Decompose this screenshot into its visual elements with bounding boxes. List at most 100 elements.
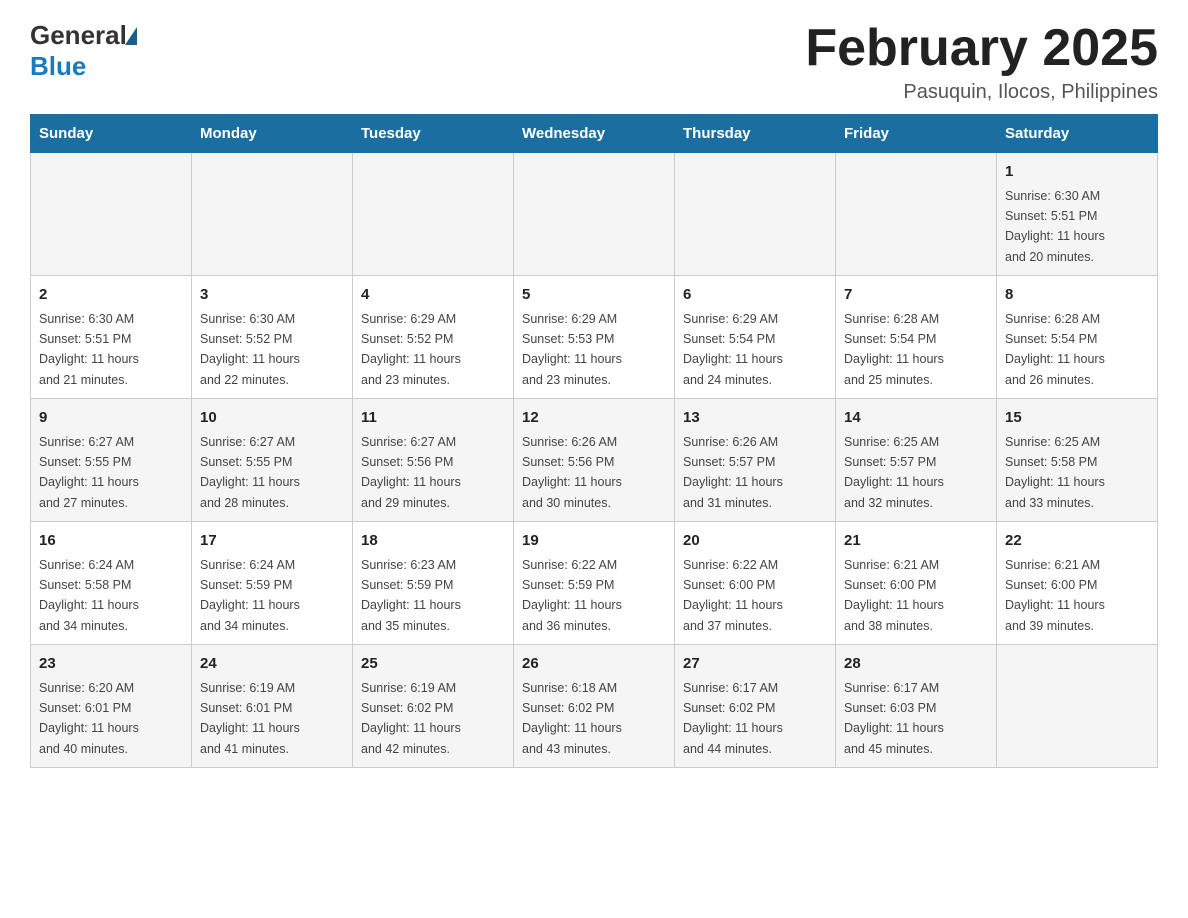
page-header: General Blue February 2025 Pasuquin, Ilo… — [30, 20, 1158, 104]
day-info: Sunrise: 6:19 AM Sunset: 6:01 PM Dayligh… — [200, 681, 300, 756]
day-number: 20 — [683, 530, 827, 553]
calendar-week-5: 23 Sunrise: 6:20 AM Sunset: 6:01 PM Dayli… — [31, 645, 1158, 768]
day-info: Sunrise: 6:30 AM Sunset: 5:51 PM Dayligh… — [1005, 189, 1105, 264]
calendar-week-1: 1 Sunrise: 6:30 AM Sunset: 5:51 PM Daylig… — [31, 153, 1158, 276]
table-row: 26Sunrise: 6:18 AM Sunset: 6:02 PM Dayli… — [514, 645, 675, 768]
day-number: 22 — [1005, 530, 1149, 553]
table-row: 10 Sunrise: 6:27 AM Sunset: 5:55 PM Dayli… — [192, 399, 353, 522]
day-number: 18 — [361, 530, 505, 553]
day-info: Sunrise: 6:25 AM Sunset: 5:57 PM Dayligh… — [844, 435, 944, 510]
day-number: 15 — [1005, 407, 1149, 430]
day-number: 6 — [683, 284, 827, 307]
table-row: 20 Sunrise: 6:22 AM Sunset: 6:00 PM Dayli… — [675, 522, 836, 645]
day-info: Sunrise: 6:27 AM Sunset: 5:55 PM Dayligh… — [200, 435, 300, 510]
table-row: 24 Sunrise: 6:19 AM Sunset: 6:01 PM Dayli… — [192, 645, 353, 768]
day-info: Sunrise: 6:21 AM Sunset: 6:00 PM Dayligh… — [844, 558, 944, 633]
day-info: Sunrise: 6:27 AM Sunset: 5:56 PM Dayligh… — [361, 435, 461, 510]
header-wednesday: Wednesday — [514, 115, 675, 153]
logo-general-text: General — [30, 20, 127, 51]
table-row: 1 Sunrise: 6:30 AM Sunset: 5:51 PM Daylig… — [997, 153, 1158, 276]
table-row: 16Sunrise: 6:24 AM Sunset: 5:58 PM Dayli… — [31, 522, 192, 645]
table-row: 28 Sunrise: 6:17 AM Sunset: 6:03 PM Dayli… — [836, 645, 997, 768]
table-row: 15 Sunrise: 6:25 AM Sunset: 5:58 PM Dayli… — [997, 399, 1158, 522]
day-number: 4 — [361, 284, 505, 307]
day-number: 13 — [683, 407, 827, 430]
calendar-week-4: 16Sunrise: 6:24 AM Sunset: 5:58 PM Dayli… — [31, 522, 1158, 645]
location-subtitle: Pasuquin, Ilocos, Philippines — [805, 81, 1158, 104]
day-number: 21 — [844, 530, 988, 553]
day-number: 14 — [844, 407, 988, 430]
day-info: Sunrise: 6:19 AM Sunset: 6:02 PM Dayligh… — [361, 681, 461, 756]
day-number: 8 — [1005, 284, 1149, 307]
table-row: 19 Sunrise: 6:22 AM Sunset: 5:59 PM Dayli… — [514, 522, 675, 645]
day-info: Sunrise: 6:29 AM Sunset: 5:53 PM Dayligh… — [522, 312, 622, 387]
day-number: 24 — [200, 653, 344, 676]
month-year-title: February 2025 — [805, 20, 1158, 77]
header-monday: Monday — [192, 115, 353, 153]
table-row — [31, 153, 192, 276]
day-number: 11 — [361, 407, 505, 430]
day-number: 19 — [522, 530, 666, 553]
day-number: 3 — [200, 284, 344, 307]
day-number: 27 — [683, 653, 827, 676]
calendar-week-2: 2Sunrise: 6:30 AM Sunset: 5:51 PM Daylig… — [31, 276, 1158, 399]
table-row: 4 Sunrise: 6:29 AM Sunset: 5:52 PM Daylig… — [353, 276, 514, 399]
title-section: February 2025 Pasuquin, Ilocos, Philippi… — [805, 20, 1158, 104]
header-friday: Friday — [836, 115, 997, 153]
table-row: 22 Sunrise: 6:21 AM Sunset: 6:00 PM Dayli… — [997, 522, 1158, 645]
logo-text: General Blue — [30, 20, 137, 82]
day-info: Sunrise: 6:17 AM Sunset: 6:03 PM Dayligh… — [844, 681, 944, 756]
header-saturday: Saturday — [997, 115, 1158, 153]
table-row — [192, 153, 353, 276]
calendar-week-3: 9 Sunrise: 6:27 AM Sunset: 5:55 PM Daylig… — [31, 399, 1158, 522]
table-row: 25Sunrise: 6:19 AM Sunset: 6:02 PM Dayli… — [353, 645, 514, 768]
day-info: Sunrise: 6:17 AM Sunset: 6:02 PM Dayligh… — [683, 681, 783, 756]
header-tuesday: Tuesday — [353, 115, 514, 153]
header-thursday: Thursday — [675, 115, 836, 153]
table-row: 18Sunrise: 6:23 AM Sunset: 5:59 PM Dayli… — [353, 522, 514, 645]
day-info: Sunrise: 6:22 AM Sunset: 5:59 PM Dayligh… — [522, 558, 622, 633]
logo: General Blue — [30, 20, 137, 82]
day-info: Sunrise: 6:20 AM Sunset: 6:01 PM Dayligh… — [39, 681, 139, 756]
day-info: Sunrise: 6:29 AM Sunset: 5:54 PM Dayligh… — [683, 312, 783, 387]
day-number: 9 — [39, 407, 183, 430]
day-number: 1 — [1005, 161, 1149, 184]
day-number: 17 — [200, 530, 344, 553]
table-row: 11 Sunrise: 6:27 AM Sunset: 5:56 PM Dayli… — [353, 399, 514, 522]
table-row: 21 Sunrise: 6:21 AM Sunset: 6:00 PM Dayli… — [836, 522, 997, 645]
day-info: Sunrise: 6:28 AM Sunset: 5:54 PM Dayligh… — [1005, 312, 1105, 387]
day-number: 23 — [39, 653, 183, 676]
day-info: Sunrise: 6:24 AM Sunset: 5:58 PM Dayligh… — [39, 558, 139, 633]
table-row: 23 Sunrise: 6:20 AM Sunset: 6:01 PM Dayli… — [31, 645, 192, 768]
day-number: 7 — [844, 284, 988, 307]
table-row: 5 Sunrise: 6:29 AM Sunset: 5:53 PM Daylig… — [514, 276, 675, 399]
table-row: 17 Sunrise: 6:24 AM Sunset: 5:59 PM Dayli… — [192, 522, 353, 645]
day-number: 26 — [522, 653, 666, 676]
table-row: 14 Sunrise: 6:25 AM Sunset: 5:57 PM Dayli… — [836, 399, 997, 522]
calendar-header-row: SundayMondayTuesdayWednesdayThursdayFrid… — [31, 115, 1158, 153]
day-info: Sunrise: 6:29 AM Sunset: 5:52 PM Dayligh… — [361, 312, 461, 387]
day-number: 12 — [522, 407, 666, 430]
day-number: 10 — [200, 407, 344, 430]
day-number: 5 — [522, 284, 666, 307]
calendar-table: SundayMondayTuesdayWednesdayThursdayFrid… — [30, 114, 1158, 768]
day-number: 2 — [39, 284, 183, 307]
day-info: Sunrise: 6:21 AM Sunset: 6:00 PM Dayligh… — [1005, 558, 1105, 633]
table-row: 8 Sunrise: 6:28 AM Sunset: 5:54 PM Daylig… — [997, 276, 1158, 399]
day-number: 28 — [844, 653, 988, 676]
table-row: 3 Sunrise: 6:30 AM Sunset: 5:52 PM Daylig… — [192, 276, 353, 399]
day-info: Sunrise: 6:30 AM Sunset: 5:52 PM Dayligh… — [200, 312, 300, 387]
table-row: 27 Sunrise: 6:17 AM Sunset: 6:02 PM Dayli… — [675, 645, 836, 768]
table-row — [514, 153, 675, 276]
table-row: 13Sunrise: 6:26 AM Sunset: 5:57 PM Dayli… — [675, 399, 836, 522]
day-info: Sunrise: 6:26 AM Sunset: 5:56 PM Dayligh… — [522, 435, 622, 510]
day-info: Sunrise: 6:27 AM Sunset: 5:55 PM Dayligh… — [39, 435, 139, 510]
table-row — [353, 153, 514, 276]
day-info: Sunrise: 6:22 AM Sunset: 6:00 PM Dayligh… — [683, 558, 783, 633]
day-info: Sunrise: 6:24 AM Sunset: 5:59 PM Dayligh… — [200, 558, 300, 633]
table-row: 12 Sunrise: 6:26 AM Sunset: 5:56 PM Dayli… — [514, 399, 675, 522]
logo-blue-text: Blue — [30, 51, 137, 82]
day-info: Sunrise: 6:25 AM Sunset: 5:58 PM Dayligh… — [1005, 435, 1105, 510]
table-row — [675, 153, 836, 276]
header-sunday: Sunday — [31, 115, 192, 153]
